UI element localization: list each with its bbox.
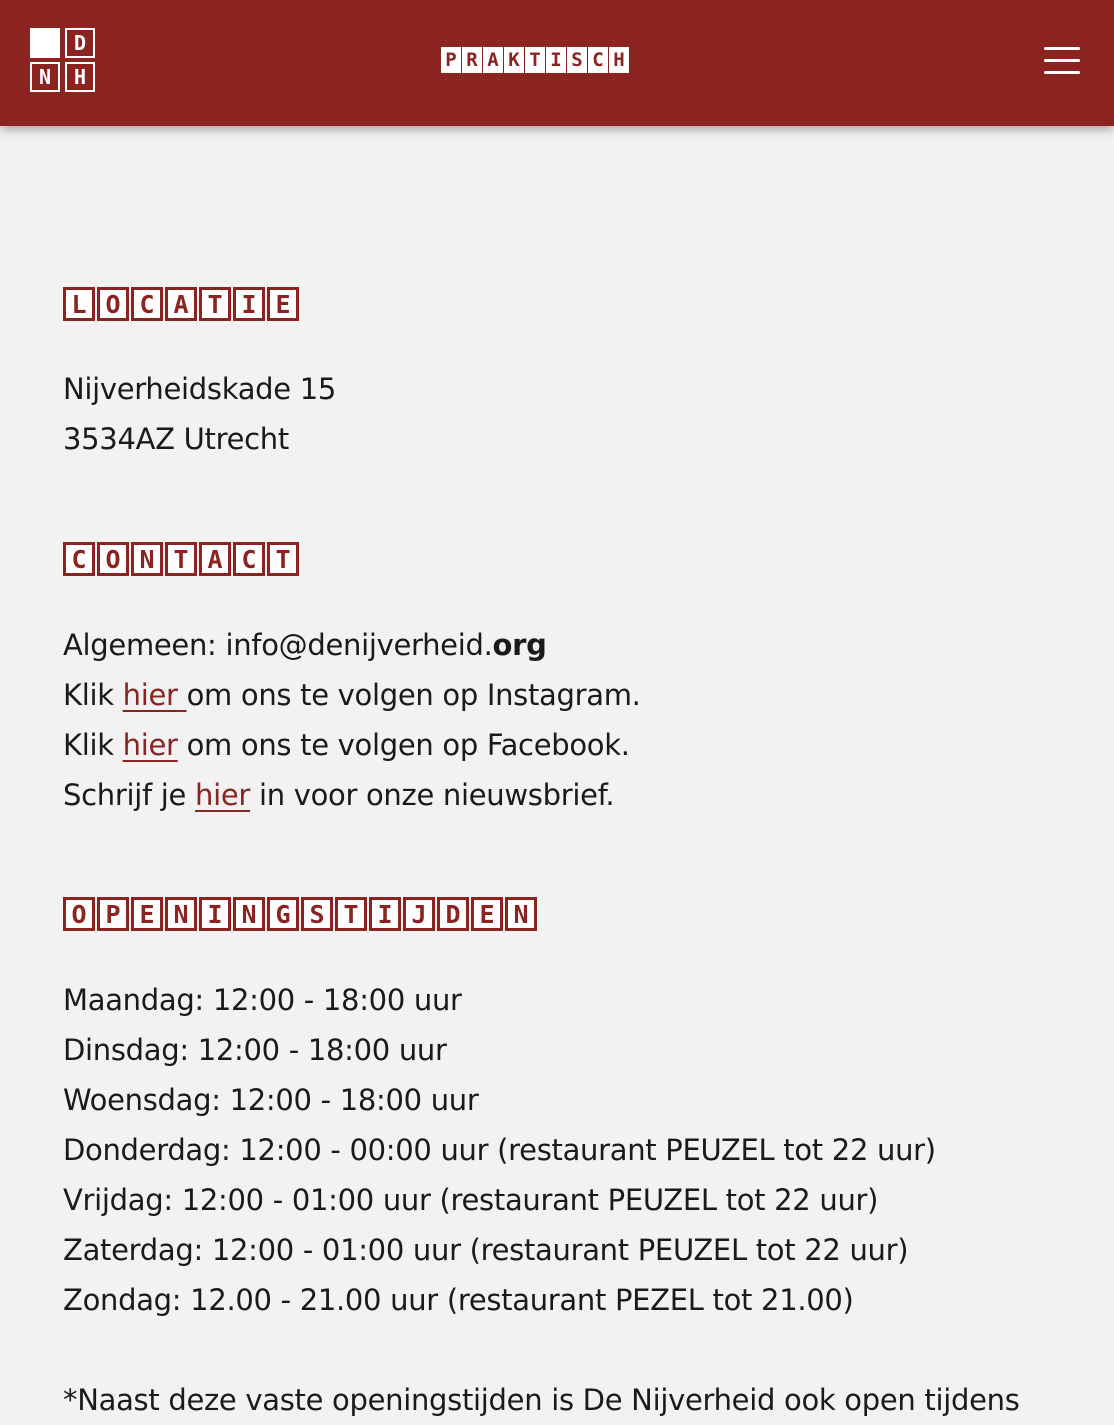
heading-letter-tile: C (131, 287, 163, 321)
heading-letter-tile: L (63, 287, 95, 321)
heading-letter-tile: I (199, 897, 231, 931)
hours-line: Maandag: 12:00 - 18:00 uur (63, 983, 462, 1017)
heading-letter-tile: S (567, 47, 587, 73)
address: Nijverheidskade 15 3534AZ Utrecht (63, 364, 336, 464)
address-city: 3534AZ Utrecht (63, 422, 289, 456)
heading-letter-tile: O (63, 897, 95, 931)
section-heading-locatie: LOCATIE (63, 287, 299, 321)
logo[interactable]: D N H (30, 28, 96, 92)
opening-hours: Maandag: 12:00 - 18:00 uur Dinsdag: 12:0… (63, 975, 936, 1325)
heading-letter-tile: T (525, 47, 545, 73)
facebook-line: Klik hier om ons te volgen op Facebook. (63, 720, 641, 770)
heading-letter-tile: E (267, 287, 299, 321)
heading-letter-tile: A (483, 47, 503, 73)
page-title: PRAKTISCH (441, 47, 629, 73)
logo-cell: D (65, 28, 95, 58)
heading-letter-tile: T (267, 542, 299, 576)
logo-cell (30, 28, 60, 58)
text: Schrijf je (63, 778, 196, 812)
hamburger-icon[interactable] (1036, 40, 1088, 80)
hours-line: Zaterdag: 12:00 - 01:00 uur (restaurant … (63, 1233, 909, 1267)
newsletter-line: Schrijf je hier in voor onze nieuwsbrief… (63, 770, 641, 820)
heading-letter-tile: I (369, 897, 401, 931)
heading-letter-tile: E (131, 897, 163, 931)
heading-letter-tile: A (165, 287, 197, 321)
hours-line: Donderdag: 12:00 - 00:00 uur (restaurant… (63, 1133, 936, 1167)
heading-letter-tile: I (546, 47, 566, 73)
heading-letter-tile: C (63, 542, 95, 576)
heading-letter-tile: T (165, 542, 197, 576)
heading-letter-tile: O (97, 542, 129, 576)
heading-letter-tile: D (437, 897, 469, 931)
email-tld: org (492, 628, 547, 662)
heading-letter-tile: N (131, 542, 163, 576)
heading-letter-tile: G (267, 897, 299, 931)
instagram-link[interactable]: hier (123, 678, 187, 712)
site-header: D N H PRAKTISCH (0, 0, 1114, 126)
hours-line: Vrijdag: 12:00 - 01:00 uur (restaurant P… (63, 1183, 879, 1217)
text: om ons te volgen op Facebook. (177, 728, 630, 762)
heading-letter-tile: T (335, 897, 367, 931)
newsletter-link[interactable]: hier (195, 778, 250, 812)
section-heading-contact: CONTACT (63, 542, 299, 576)
heading-letter-tile: C (233, 542, 265, 576)
opening-hours-note: *Naast deze vaste openingstijden is De N… (63, 1383, 1020, 1417)
instagram-line: Klik hier om ons te volgen op Instagram. (63, 670, 641, 720)
heading-letter-tile: P (441, 47, 461, 73)
hours-line: Zondag: 12.00 - 21.00 uur (restaurant PE… (63, 1283, 854, 1317)
text: in voor onze nieuwsbrief. (250, 778, 615, 812)
address-street: Nijverheidskade 15 (63, 372, 337, 406)
heading-letter-tile: K (504, 47, 524, 73)
text: om ons te volgen op Instagram. (186, 678, 641, 712)
text: Klik (63, 728, 123, 762)
contact-info: Algemeen: info@denijverheid.org Klik hie… (63, 620, 641, 820)
heading-letter-tile: H (609, 47, 629, 73)
hours-line: Dinsdag: 12:00 - 18:00 uur (63, 1033, 447, 1067)
heading-letter-tile: C (588, 47, 608, 73)
heading-letter-tile: J (403, 897, 435, 931)
heading-letter-tile: I (233, 287, 265, 321)
section-heading-openingstijden: OPENINGSTIJDEN (63, 897, 537, 931)
logo-cell: H (65, 62, 95, 92)
heading-letter-tile: N (165, 897, 197, 931)
facebook-link[interactable]: hier (123, 728, 178, 762)
email-text: Algemeen: info@denijverheid. (63, 628, 493, 662)
heading-letter-tile: O (97, 287, 129, 321)
heading-letter-tile: E (471, 897, 503, 931)
heading-letter-tile: T (199, 287, 231, 321)
email-line: Algemeen: info@denijverheid.org (63, 620, 641, 670)
heading-letter-tile: R (462, 47, 482, 73)
heading-letter-tile: A (199, 542, 231, 576)
hours-line: Woensdag: 12:00 - 18:00 uur (63, 1083, 479, 1117)
heading-letter-tile: P (97, 897, 129, 931)
heading-letter-tile: N (505, 897, 537, 931)
heading-letter-tile: S (301, 897, 333, 931)
text: Klik (63, 678, 123, 712)
heading-letter-tile: N (233, 897, 265, 931)
logo-cell: N (30, 62, 60, 92)
